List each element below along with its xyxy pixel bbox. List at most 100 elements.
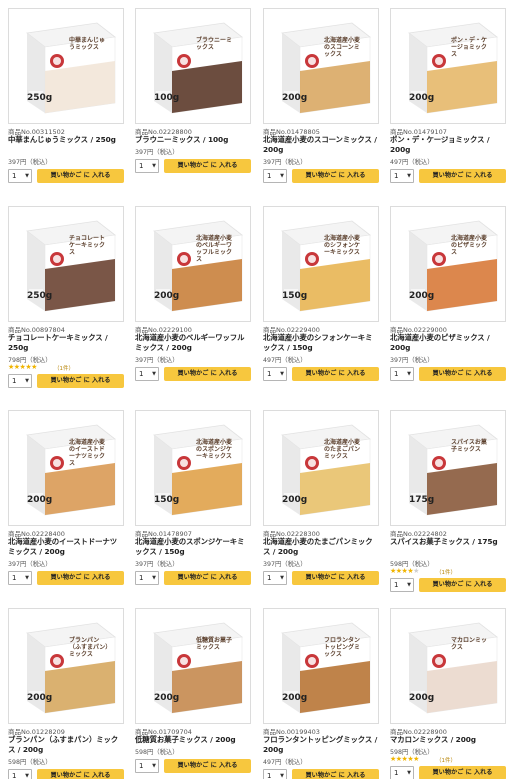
box-weight: 250g [27,291,53,301]
item-name-link[interactable]: マカロンミックス / 200g [390,735,506,745]
product-image[interactable]: スパイスお菓子ミックス 175g [390,410,506,526]
item-name-link[interactable]: 中華まんじゅうミックス / 250g [8,135,124,145]
product-card: 北海道産小麦のベルギーワッフルミックス 200g 商品No.02229100 北海… [135,206,251,386]
review-count-link[interactable]: （1件） [436,756,456,764]
quantity-select[interactable]: 1 ▼ [263,571,287,585]
product-image[interactable]: 北海道産小麦のシフォンケーキミックス 150g [263,206,379,322]
add-to-cart-button[interactable]: 買い物かご に 入れる [164,571,251,585]
chevron-down-icon: ▼ [280,371,284,377]
add-to-cart-button[interactable]: 買い物かご に 入れる [164,367,251,381]
add-to-cart-button[interactable]: 買い物かご に 入れる [37,169,124,183]
box-weight: 150g [282,291,308,301]
chevron-down-icon: ▼ [152,763,156,769]
product-image[interactable]: 北海道産小麦のイーストドーナツミックス 200g [8,410,124,526]
item-price: 497円（税込） [263,357,307,364]
product-image[interactable]: 低糖質お菓子ミックス 200g [135,608,251,724]
add-to-cart-button[interactable]: 買い物かご に 入れる [292,169,379,183]
box-weight: 200g [282,495,308,505]
product-card: フロランタントッピングミックス 200g 商品No.00199403 フロランタン… [263,608,379,779]
product-image[interactable]: フロランタントッピングミックス 200g [263,608,379,724]
chevron-down-icon: ▼ [280,575,284,581]
quantity-value: 1 [267,772,272,779]
item-price: 397円（税込） [135,357,179,364]
product-image[interactable]: 中華まんじゅうミックス 250g [8,8,124,124]
product-image[interactable]: 北海道産小麦のベルギーワッフルミックス 200g [135,206,251,322]
product-image[interactable]: ブラウニーミックス 100g [135,8,251,124]
product-image[interactable]: マカロンミックス 200g [390,608,506,724]
quantity-value: 1 [139,762,144,770]
item-price: 397円（税込） [8,561,52,568]
quantity-select[interactable]: 1 ▼ [135,367,159,381]
item-name-link[interactable]: ポン・デ・ケージョミックス / 200g [390,135,506,155]
item-name-link[interactable]: ブランパン（ふすまパン）ミックス / 200g [8,735,124,755]
quantity-value: 1 [394,172,399,180]
item-name-link[interactable]: 北海道産小麦のスポンジケーキミックス / 150g [135,537,251,557]
review-count-link[interactable]: （1件） [54,364,74,372]
product-image[interactable]: 北海道産小麦のピザミックス 200g [390,206,506,322]
box-title: 北海道産小麦のスコーンミックス [324,37,361,58]
quantity-select[interactable]: 1 ▼ [135,759,159,773]
add-to-cart-button[interactable]: 買い物かご に 入れる [37,769,124,779]
quantity-select[interactable]: 1 ▼ [390,578,414,592]
item-name-link[interactable]: スパイスお菓子ミックス / 175g [390,537,506,547]
item-name-link[interactable]: 低糖質お菓子ミックス / 200g [135,735,251,745]
box-title: 中華まんじゅうミックス [69,37,106,51]
add-to-cart-button[interactable]: 買い物かご に 入れる [419,367,506,381]
quantity-select[interactable]: 1 ▼ [390,766,414,779]
item-name-link[interactable]: 北海道産小麦のイーストドーナツミックス / 200g [8,537,124,557]
quantity-select[interactable]: 1 ▼ [263,169,287,183]
chevron-down-icon: ▼ [152,163,156,169]
add-to-cart-button[interactable]: 買い物かご に 入れる [419,578,506,592]
add-to-cart-button[interactable]: 買い物かご に 入れる [292,367,379,381]
box-weight: 200g [27,495,53,505]
product-card: 低糖質お菓子ミックス 200g 商品No.01709704 低糖質お菓子ミックス … [135,608,251,779]
review-count-link[interactable]: （1件） [436,568,456,576]
product-card: 北海道産小麦のイーストドーナツミックス 200g 商品No.02228400 北海… [8,410,124,590]
item-name-link[interactable]: 北海道産小麦のたまごパンミックス / 200g [263,537,379,557]
quantity-select[interactable]: 1 ▼ [135,159,159,173]
add-to-cart-button[interactable]: 買い物かご に 入れる [164,759,251,773]
quantity-select[interactable]: 1 ▼ [8,769,32,779]
product-image[interactable]: 北海道産小麦のスポンジケーキミックス 150g [135,410,251,526]
add-to-cart-button[interactable]: 買い物かご に 入れる [164,159,251,173]
product-card: マカロンミックス 200g 商品No.02228900 マカロンミックス / 20… [390,608,506,779]
box-weight: 200g [154,693,180,703]
item-name-link[interactable]: 北海道産小麦のシフォンケーキミックス / 150g [263,333,379,353]
item-name-link[interactable]: フロランタントッピングミックス / 200g [263,735,379,755]
item-name-link[interactable]: チョコレートケーキミックス / 250g [8,333,124,353]
product-card: 北海道産小麦のシフォンケーキミックス 150g 商品No.02229400 北海道… [263,206,379,386]
quantity-select[interactable]: 1 ▼ [135,571,159,585]
item-name-link[interactable]: ブラウニーミックス / 100g [135,135,251,145]
box-title: 北海道産小麦のスポンジケーキミックス [196,439,233,460]
quantity-select[interactable]: 1 ▼ [8,374,32,388]
add-to-cart-button[interactable]: 買い物かご に 入れる [419,169,506,183]
item-name-link[interactable]: 北海道産小麦のスコーンミックス / 200g [263,135,379,155]
item-name-link[interactable]: 北海道産小麦のピザミックス / 200g [390,333,506,353]
quantity-select[interactable]: 1 ▼ [390,169,414,183]
box-title: チョコレートケーキミックス [69,235,106,256]
quantity-select[interactable]: 1 ▼ [8,169,32,183]
add-to-cart-button[interactable]: 買い物かご に 入れる [419,766,506,779]
product-image[interactable]: ポン・デ・ケージョミックス 200g [390,8,506,124]
box-weight: 100g [154,93,180,103]
product-card: 中華まんじゅうミックス 250g 商品No.00311502 中華まんじゅうミック… [8,8,124,188]
quantity-value: 1 [394,370,399,378]
quantity-select[interactable]: 1 ▼ [263,367,287,381]
box-weight: 150g [154,495,180,505]
add-to-cart-button[interactable]: 買い物かご に 入れる [292,769,379,779]
product-image[interactable]: ブランパン（ふすまパン）ミックス 200g [8,608,124,724]
product-card: 北海道産小麦のスポンジケーキミックス 150g 商品No.01478907 北海道… [135,410,251,590]
add-to-cart-button[interactable]: 買い物かご に 入れる [37,374,124,388]
quantity-select[interactable]: 1 ▼ [263,769,287,779]
item-name-link[interactable]: 北海道産小麦のベルギーワッフルミックス / 200g [135,333,251,353]
add-to-cart-button[interactable]: 買い物かご に 入れる [37,571,124,585]
chevron-down-icon: ▼ [25,378,29,384]
box-weight: 250g [27,93,53,103]
quantity-select[interactable]: 1 ▼ [390,367,414,381]
add-to-cart-button[interactable]: 買い物かご に 入れる [292,571,379,585]
quantity-select[interactable]: 1 ▼ [8,571,32,585]
product-card: 北海道産小麦のスコーンミックス 200g 商品No.01478805 北海道産小麦… [263,8,379,188]
product-image[interactable]: 北海道産小麦のスコーンミックス 200g [263,8,379,124]
product-image[interactable]: 北海道産小麦のたまごパンミックス 200g [263,410,379,526]
product-image[interactable]: チョコレートケーキミックス 250g [8,206,124,322]
